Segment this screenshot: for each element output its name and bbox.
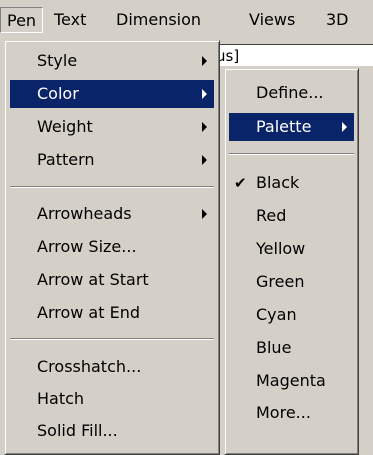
menu-item-weight-label: Weight: [37, 117, 93, 136]
menu-item-magenta-label: Magenta: [256, 371, 326, 390]
pen-menu: Style Color Weight Pattern Arrowheads Ar…: [4, 40, 220, 455]
menu-item-color-label: Color: [37, 84, 79, 103]
menu-item-blue[interactable]: Blue: [229, 334, 354, 362]
background-panel: [359, 66, 373, 455]
menu-item-yellow-label: Yellow: [256, 239, 306, 258]
menu-item-hatch[interactable]: Hatch: [10, 385, 214, 413]
menu-item-arrow-at-end[interactable]: Arrow at End: [10, 299, 214, 327]
menu-item-arrowheads[interactable]: Arrowheads: [10, 200, 214, 228]
menu-item-cyan-label: Cyan: [256, 305, 297, 324]
menu-pen[interactable]: Pen: [0, 7, 44, 33]
menu-item-arrow-size-label: Arrow Size...: [37, 237, 137, 256]
menu-item-weight[interactable]: Weight: [10, 113, 214, 141]
menu-item-style-label: Style: [37, 51, 78, 70]
menu-views[interactable]: Views: [249, 7, 295, 33]
submenu-arrow-icon: [202, 122, 207, 132]
menu-item-magenta[interactable]: Magenta: [229, 367, 354, 395]
menu-separator: [229, 153, 354, 155]
menu-item-green[interactable]: Green: [229, 268, 354, 296]
menu-separator: [10, 338, 214, 340]
menu-item-red[interactable]: Red: [229, 202, 354, 230]
color-submenu: Define... Palette ✔ Black Red Yellow Gre…: [224, 68, 359, 455]
menu-item-crosshatch-label: Crosshatch...: [37, 357, 142, 376]
menu-item-black-label: Black: [256, 173, 300, 192]
menu-bar: Pen Text Dimension Views 3D: [0, 0, 373, 40]
menu-item-solid-fill-label: Solid Fill...: [37, 421, 118, 440]
background-text-field[interactable]: us]: [211, 44, 373, 66]
menu-item-pattern-label: Pattern: [37, 150, 95, 169]
menu-item-hatch-label: Hatch: [37, 389, 85, 408]
menu-item-pattern[interactable]: Pattern: [10, 146, 214, 174]
menu-item-define[interactable]: Define...: [229, 79, 354, 107]
submenu-arrow-icon: [342, 122, 347, 132]
menu-dimension[interactable]: Dimension: [116, 7, 201, 33]
menu-item-black[interactable]: ✔ Black: [229, 169, 354, 197]
menu-item-define-label: Define...: [256, 83, 324, 102]
submenu-arrow-icon: [202, 89, 207, 99]
menu-item-color[interactable]: Color: [10, 80, 214, 108]
menu-item-palette-label: Palette: [256, 117, 312, 136]
menu-item-more[interactable]: More...: [229, 399, 354, 427]
submenu-arrow-icon: [202, 56, 207, 66]
menu-item-style[interactable]: Style: [10, 47, 214, 75]
menu-text[interactable]: Text: [54, 7, 86, 33]
menu-item-palette[interactable]: Palette: [229, 113, 354, 141]
submenu-arrow-icon: [202, 155, 207, 165]
menu-item-yellow[interactable]: Yellow: [229, 235, 354, 263]
menu-item-cyan[interactable]: Cyan: [229, 301, 354, 329]
check-icon: ✔: [234, 174, 247, 192]
menu-item-red-label: Red: [256, 206, 287, 225]
menu-3d[interactable]: 3D: [326, 7, 349, 33]
menu-item-arrow-at-start[interactable]: Arrow at Start: [10, 266, 214, 294]
menu-item-solid-fill[interactable]: Solid Fill...: [10, 417, 214, 445]
menu-item-arrow-at-end-label: Arrow at End: [37, 303, 140, 322]
menu-item-green-label: Green: [256, 272, 305, 291]
menu-item-arrowheads-label: Arrowheads: [37, 204, 132, 223]
submenu-arrow-icon: [202, 209, 207, 219]
menu-separator: [10, 186, 214, 188]
menu-item-blue-label: Blue: [256, 338, 292, 357]
menu-item-arrow-size[interactable]: Arrow Size...: [10, 233, 214, 261]
menu-item-crosshatch[interactable]: Crosshatch...: [10, 353, 214, 381]
menu-item-arrow-at-start-label: Arrow at Start: [37, 270, 149, 289]
menu-item-more-label: More...: [256, 403, 311, 422]
